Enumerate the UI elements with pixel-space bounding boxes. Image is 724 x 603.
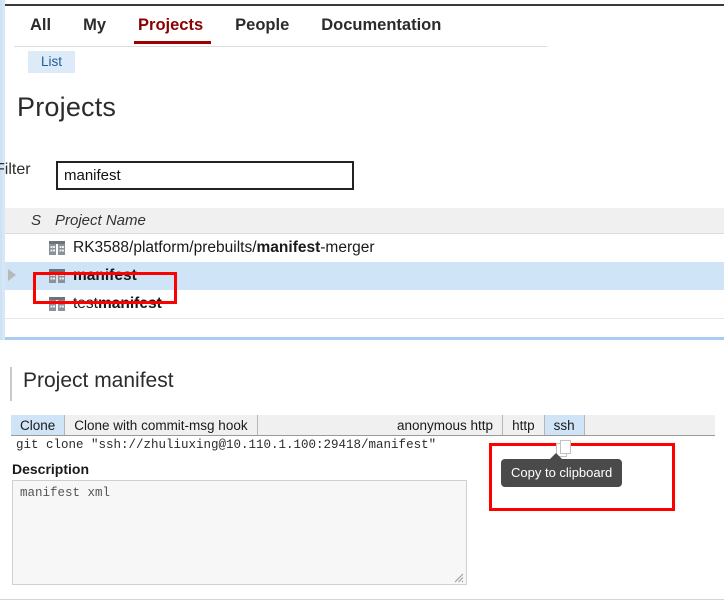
sub-nav: List bbox=[28, 51, 76, 73]
project-name-match: manifest bbox=[256, 239, 321, 256]
clone-tab-spacer bbox=[258, 415, 388, 435]
project-icon bbox=[49, 241, 65, 255]
nav-item-people[interactable]: People bbox=[219, 12, 305, 44]
project-name-prefix: RK3588/platform/prebuilts/ bbox=[73, 239, 257, 256]
list-bottom-divider bbox=[5, 318, 724, 319]
column-header-project-name[interactable]: Project Name bbox=[47, 212, 146, 229]
project-list-panel: S Project Name RK3588/platform/prebuilts… bbox=[5, 208, 724, 340]
project-name-label: testmanifest bbox=[73, 295, 162, 313]
filter-input[interactable] bbox=[56, 161, 354, 190]
clone-command-text[interactable]: git clone "ssh://zhuliuxing@10.110.1.100… bbox=[16, 438, 436, 452]
project-icon bbox=[49, 269, 65, 283]
detail-title: Project manifest bbox=[23, 369, 174, 392]
project-name-label: manifest bbox=[73, 267, 137, 285]
nav-item-all[interactable]: All bbox=[14, 12, 67, 44]
nav-item-my[interactable]: My bbox=[67, 12, 122, 44]
app-root: All My Projects People Documentation Lis… bbox=[0, 0, 724, 603]
expand-arrow-icon[interactable] bbox=[8, 269, 16, 281]
filter-label: Filter bbox=[0, 161, 31, 178]
project-name-suffix: -merger bbox=[320, 239, 375, 256]
table-row[interactable]: manifest bbox=[5, 262, 724, 290]
nav-underline bbox=[14, 46, 547, 47]
project-name-label: RK3588/platform/prebuilts/manifest-merge… bbox=[73, 239, 375, 257]
subnav-item-list[interactable]: List bbox=[28, 51, 76, 73]
description-label: Description bbox=[12, 461, 90, 477]
bottom-divider bbox=[0, 599, 724, 600]
table-row[interactable]: RK3588/platform/prebuilts/manifest-merge… bbox=[5, 234, 724, 262]
description-textarea[interactable] bbox=[12, 480, 467, 585]
scheme-tab-anonymous-http[interactable]: anonymous http bbox=[388, 415, 504, 435]
table-row[interactable]: testmanifest bbox=[5, 290, 724, 318]
column-header-s[interactable]: S bbox=[5, 212, 47, 229]
project-name-match: manifest bbox=[97, 295, 162, 312]
nav-item-documentation[interactable]: Documentation bbox=[305, 12, 457, 44]
clone-tab-commit-msg-hook[interactable]: Clone with commit-msg hook bbox=[65, 415, 258, 435]
project-name-prefix: test bbox=[73, 295, 98, 312]
page-title: Projects bbox=[17, 92, 117, 122]
copy-to-clipboard-tooltip: Copy to clipboard bbox=[501, 453, 623, 487]
scheme-tab-ssh[interactable]: ssh bbox=[544, 415, 585, 435]
project-name-match: manifest bbox=[73, 267, 137, 284]
scheme-tab-http[interactable]: http bbox=[503, 415, 545, 435]
clone-tab-strip: Clone Clone with commit-msg hook anonymo… bbox=[11, 415, 715, 436]
top-divider bbox=[5, 4, 724, 6]
project-list-header: S Project Name bbox=[5, 208, 724, 234]
detail-title-accent bbox=[10, 367, 12, 401]
project-icon bbox=[49, 297, 65, 311]
clone-tab-clone[interactable]: Clone bbox=[11, 415, 66, 435]
main-nav: All My Projects People Documentation bbox=[14, 12, 457, 44]
nav-item-projects[interactable]: Projects bbox=[122, 12, 219, 44]
clone-tab-spacer-right bbox=[585, 415, 715, 435]
